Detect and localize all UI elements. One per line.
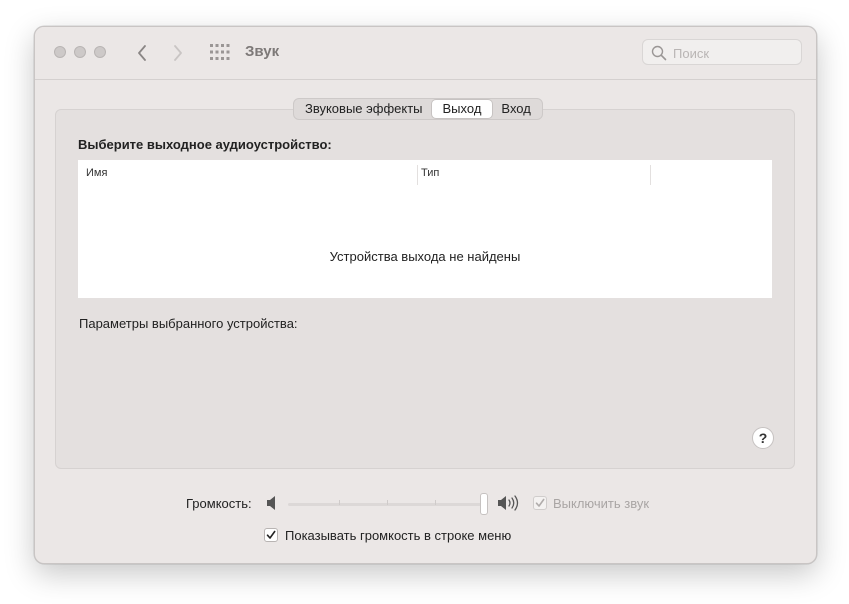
tab-output[interactable]: Выход: [431, 100, 493, 118]
volume-slider-thumb[interactable]: [480, 493, 488, 515]
tab-input[interactable]: Вход: [492, 100, 539, 118]
output-device-table[interactable]: Имя Тип Устройства выхода не найдены: [78, 160, 772, 298]
column-separator: [650, 165, 651, 185]
column-header-type[interactable]: Тип: [421, 167, 439, 179]
segmented-tabs: Звуковые эффекты Выход Вход: [293, 98, 543, 120]
empty-table-message: Устройства выхода не найдены: [329, 249, 521, 264]
volume-label: Громкость:: [186, 496, 252, 511]
slider-tick: [387, 500, 388, 505]
tab-sound-effects[interactable]: Звуковые эффекты: [296, 100, 432, 118]
title-bar: Звук: [35, 27, 816, 80]
chevron-right-icon: [174, 45, 182, 61]
speaker-low-icon: [267, 496, 275, 510]
column-separator: [417, 165, 418, 185]
checkmark-icon: [266, 530, 276, 539]
checkmark-icon: [535, 498, 545, 507]
close-window-button[interactable]: [54, 46, 66, 58]
mute-label: Выключить звук: [553, 496, 650, 511]
search-icon: [651, 45, 667, 61]
forward-button[interactable]: [167, 41, 189, 65]
minimize-window-button[interactable]: [74, 46, 86, 58]
sound-preferences-window: Звук Звуковые эффекты Выход Вход Выберит…: [34, 26, 817, 564]
slider-tick: [435, 500, 436, 505]
speaker-high-icon: [498, 495, 519, 511]
window-title: Звук: [245, 43, 280, 60]
show-volume-in-menu-checkbox[interactable]: [264, 528, 278, 542]
help-button[interactable]: ?: [752, 427, 774, 449]
column-header-name[interactable]: Имя: [86, 167, 107, 179]
mute-checkbox[interactable]: [533, 496, 547, 510]
zoom-window-button[interactable]: [94, 46, 106, 58]
slider-tick: [339, 500, 340, 505]
show-volume-in-menu-label: Показывать громкость в строке меню: [285, 528, 512, 543]
search-input[interactable]: [671, 43, 801, 63]
chevron-left-icon: [138, 45, 146, 61]
grid-icon[interactable]: [210, 44, 230, 60]
volume-slider-track[interactable]: [288, 503, 488, 506]
search-field[interactable]: [642, 39, 802, 65]
device-settings-label: Параметры выбранного устройства:: [79, 316, 298, 331]
output-device-heading: Выберите выходное аудиоустройство:: [78, 137, 332, 152]
back-button[interactable]: [131, 41, 153, 65]
